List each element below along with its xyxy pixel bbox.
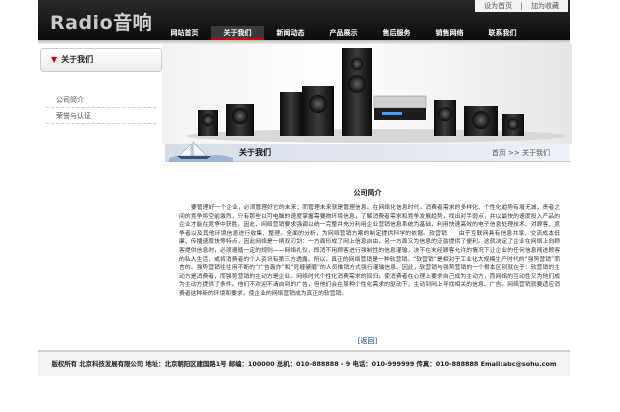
nav-item-home[interactable]: 网站首页 bbox=[158, 26, 211, 40]
article-title: 公司简介 bbox=[353, 189, 382, 197]
nav-item-contact[interactable]: 联系我们 bbox=[476, 26, 529, 40]
breadcrumb-bar: 关于我们 首页 >> 关于我们 bbox=[165, 141, 570, 162]
nav-item-news[interactable]: 新闻动态 bbox=[264, 26, 317, 40]
add-favorite-link[interactable]: 加为收藏 bbox=[531, 2, 559, 10]
main-nav: 网站首页 关于我们 新闻动态 产品展示 售后服务 销售网络 联系我们 bbox=[158, 26, 529, 40]
chevron-down-icon: ▼ bbox=[51, 55, 58, 64]
page: Radio音响 设为首页 | 加为收藏 网站首页 关于我们 新闻动态 产品展示 … bbox=[0, 0, 620, 412]
logo-cn: 音响 bbox=[113, 12, 153, 34]
sidebar: ▼ 关于我们 公司简介 荣誉与认证 bbox=[40, 48, 162, 350]
nav-item-service[interactable]: 售后服务 bbox=[370, 26, 423, 40]
logo-latin: Radio bbox=[50, 12, 114, 34]
nav-item-products[interactable]: 产品展示 bbox=[317, 26, 370, 40]
sidebar-title: ▼ 关于我们 bbox=[40, 48, 162, 72]
sidebar-item-company-profile[interactable]: 公司简介 bbox=[46, 92, 156, 108]
top-links: 设为首页 | 加为收藏 bbox=[475, 0, 568, 12]
site-header: Radio音响 设为首页 | 加为收藏 网站首页 关于我们 新闻动态 产品展示 … bbox=[38, 0, 570, 40]
main-content: 关于我们 首页 >> 关于我们 公司简介 要管理好一个企业，必须管理好它的未来；… bbox=[165, 141, 570, 350]
nav-item-about[interactable]: 关于我们 bbox=[211, 26, 264, 40]
banner-image bbox=[162, 44, 572, 144]
sidebar-item-honors[interactable]: 荣誉与认证 bbox=[46, 108, 156, 124]
site-footer: 版权所有 北京科技发展有限公司 地址：北京朝阳区建国路1号 邮编：100000 … bbox=[38, 352, 570, 376]
site-logo[interactable]: Radio音响 bbox=[50, 8, 152, 35]
breadcrumb[interactable]: 首页 >> 关于我们 bbox=[492, 148, 550, 158]
set-homepage-link[interactable]: 设为首页 bbox=[484, 2, 512, 10]
sidebar-title-text: 关于我们 bbox=[61, 55, 94, 64]
page-bottom-space bbox=[0, 376, 620, 412]
top-links-divider: | bbox=[520, 2, 523, 10]
article-body: 要管理好一个企业，必须管理好它的未来；而管理未来就是管理信息。在网络化信息时代，… bbox=[179, 205, 560, 297]
nav-item-sales[interactable]: 销售网络 bbox=[423, 26, 476, 40]
sailboat-icon bbox=[169, 141, 233, 162]
section-title: 关于我们 bbox=[239, 148, 271, 157]
back-link[interactable]: [返回] bbox=[165, 336, 570, 346]
speaker-system-illustration bbox=[187, 48, 567, 143]
